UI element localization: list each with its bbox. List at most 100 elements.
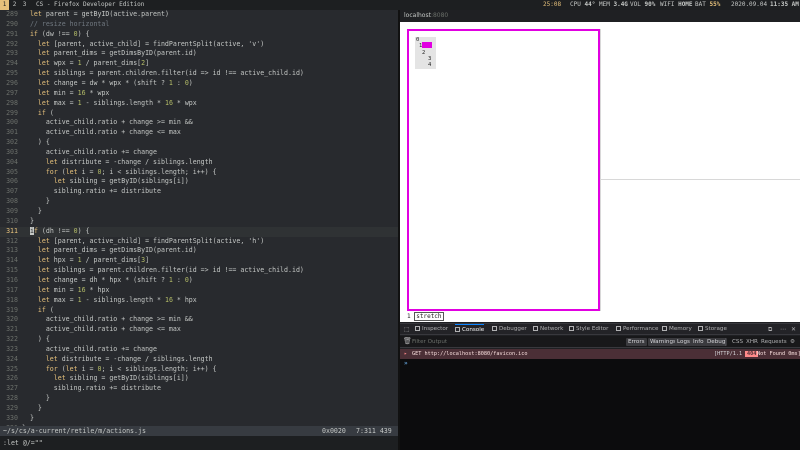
url-bar[interactable]: localhost:8080 (400, 10, 800, 22)
code-line[interactable]: 307 sibling.ratio += distribute (0, 187, 398, 197)
line-number: 292 (6, 39, 18, 48)
filter-warnings-button[interactable]: Warnings (648, 338, 678, 346)
tab-label: Network (540, 326, 564, 332)
active-tile-pane[interactable]: 0 1 2 3 4 (407, 29, 600, 311)
filter-output-input[interactable]: Filter Output (412, 336, 447, 348)
tab-inspector[interactable]: Inspector (415, 324, 448, 335)
code-line[interactable]: 297 let min = 16 * wpx (0, 89, 398, 99)
code-line[interactable]: 299 if ( (0, 109, 398, 119)
expand-arrow-icon[interactable]: ▸ (404, 349, 407, 359)
tab-debugger[interactable]: Debugger (492, 324, 527, 335)
line-number: 299 (6, 108, 18, 117)
status-clock: 11:35 AM (770, 0, 799, 10)
code-text: let change = dh * hpx * (shift ? 1 : 0) (37, 275, 193, 284)
code-line[interactable]: 311 if (dh !== 0) { (0, 226, 398, 237)
code-line[interactable]: 301 active_child.ratio + change <= max (0, 128, 398, 138)
code-line[interactable]: 318 let max = 1 - siblings.length * 16 *… (0, 296, 398, 306)
code-text: let [parent, active_child] = findParentS… (37, 39, 265, 48)
code-line[interactable]: 289 let parent = getByID(active.parent) (0, 10, 398, 20)
code-line[interactable]: 290 // resize horizontal (0, 20, 398, 30)
active-node-highlight (422, 42, 432, 48)
line-number: 297 (6, 88, 18, 97)
workspace-3[interactable]: 3 (20, 0, 29, 10)
line-number: 296 (6, 78, 18, 87)
code-text: let change = dw * wpx * (shift ? 1 : 0) (37, 78, 193, 87)
code-line[interactable]: 316 let change = dh * hpx * (shift ? 1 :… (0, 276, 398, 286)
code-line[interactable]: 314 let hpx = 1 / parent_dims[3] (0, 256, 398, 266)
code-line[interactable]: 291 if (dw !== 0) { (0, 30, 398, 40)
filter-css-button[interactable]: CSS (730, 338, 745, 346)
vim-editor[interactable]: 289 let parent = getByID(active.parent) 2… (0, 10, 398, 426)
devtools-toolbar: ⬚ Inspector Console Debugger Network Sty… (400, 323, 800, 335)
workspace-1[interactable]: 1 (0, 0, 9, 10)
code-line[interactable]: 326 let sibling = getByID(siblings[i]) (0, 374, 398, 384)
tab-performance[interactable]: Performance (616, 324, 658, 335)
code-line[interactable]: 313 let parent_dims = getDimsByID(parent… (0, 246, 398, 256)
tab-memory[interactable]: Memory (662, 324, 692, 335)
code-line[interactable]: 328 } (0, 394, 398, 404)
error-message: GET http://localhost:8080/favicon.ico (412, 351, 528, 357)
code-text: let wpx = 1 / parent_dims[2] (37, 59, 150, 68)
split-divider-vertical[interactable] (600, 29, 601, 311)
code-line[interactable]: 319 if ( (0, 306, 398, 316)
dock-options-icon[interactable]: ⧉ (768, 324, 772, 335)
filter-requests-button[interactable]: Requests (759, 338, 789, 346)
line-number: 327 (6, 384, 18, 393)
console-input-prompt[interactable]: » (404, 360, 408, 367)
code-line[interactable]: 302 ) { (0, 138, 398, 148)
code-line[interactable]: 293 let parent_dims = getDimsByID(parent… (0, 49, 398, 59)
code-line[interactable]: 325 for (let i = 0; i < siblings.length;… (0, 365, 398, 375)
pick-element-icon[interactable]: ⬚ (404, 324, 410, 335)
code-line[interactable]: 303 active_child.ratio += change (0, 148, 398, 158)
tab-storage[interactable]: Storage (698, 324, 727, 335)
code-line[interactable]: 320 active_child.ratio + change >= min &… (0, 315, 398, 325)
code-line[interactable]: 300 active_child.ratio + change >= min &… (0, 118, 398, 128)
vim-command-line[interactable]: :let @/="" (0, 437, 398, 449)
code-text: let [parent, active_child] = findParentS… (37, 236, 265, 245)
code-line[interactable]: 327 sibling.ratio += distribute (0, 384, 398, 394)
code-line[interactable]: 323 active_child.ratio += change (0, 345, 398, 355)
code-line[interactable]: 295 let siblings = parent.children.filte… (0, 69, 398, 79)
code-line[interactable]: 312 let [parent, active_child] = findPar… (0, 237, 398, 247)
code-line[interactable]: 294 let wpx = 1 / parent_dims[2] (0, 59, 398, 69)
filter-info-button[interactable]: Info (691, 338, 706, 346)
filter-errors-button[interactable]: Errors (626, 338, 647, 346)
filter-logs-button[interactable]: Logs (675, 338, 692, 346)
code-line[interactable]: 321 active_child.ratio + change <= max (0, 325, 398, 335)
tab-network[interactable]: Network (533, 324, 563, 335)
code-line[interactable]: 296 let change = dw * wpx * (shift ? 1 :… (0, 79, 398, 89)
code-line[interactable]: 305 for (let i = 0; i < siblings.length;… (0, 168, 398, 178)
tab-console[interactable]: Console (455, 324, 485, 335)
code-line[interactable]: 322 ) { (0, 335, 398, 345)
url-host: localhost (404, 12, 431, 19)
code-text: active_child.ratio + change >= min && (22, 315, 193, 324)
code-text: // resize horizontal (22, 19, 110, 28)
code-line[interactable]: 304 let distribute = -change / siblings.… (0, 158, 398, 168)
code-line[interactable]: 292 let [parent, active_child] = findPar… (0, 40, 398, 50)
more-options-icon[interactable]: ⋯ (780, 324, 786, 335)
code-line[interactable]: 308 } (0, 197, 398, 207)
code-line[interactable]: 310 } (0, 217, 398, 227)
console-error-row[interactable]: ▸ GET http://localhost:8080/favicon.ico … (400, 349, 800, 359)
filter-xhr-button[interactable]: XHR (744, 338, 760, 346)
clear-console-icon[interactable]: 🗑 (403, 338, 412, 345)
code-line[interactable]: 317 let min = 16 * hpx (0, 286, 398, 296)
split-divider-horizontal[interactable] (600, 179, 800, 180)
code-line[interactable]: 329 } (0, 404, 398, 414)
code-line[interactable]: 324 let distribute = -change / siblings.… (0, 355, 398, 365)
code-line[interactable]: 306 let sibling = getByID(siblings[i]) (0, 177, 398, 187)
line-number: 300 (6, 118, 18, 127)
console-settings-icon[interactable]: ⚙ (788, 338, 797, 346)
close-devtools-icon[interactable]: ✕ (791, 324, 796, 335)
code-line[interactable]: 315 let siblings = parent.children.filte… (0, 266, 398, 276)
mode-label[interactable]: stretch (414, 312, 444, 321)
code-line[interactable]: 298 let max = 1 - siblings.length * 16 *… (0, 99, 398, 109)
workspace-2[interactable]: 2 (10, 0, 19, 10)
code-text: if ( (37, 108, 54, 117)
code-line[interactable]: 330 } (0, 414, 398, 424)
code-line[interactable]: 309 } (0, 207, 398, 217)
code-text: let sibling = getByID(siblings[i]) (53, 177, 189, 186)
tab-style-editor[interactable]: Style Editor (569, 324, 608, 335)
char-hex: 0x0020 (322, 427, 346, 435)
line-number: 302 (6, 138, 18, 147)
